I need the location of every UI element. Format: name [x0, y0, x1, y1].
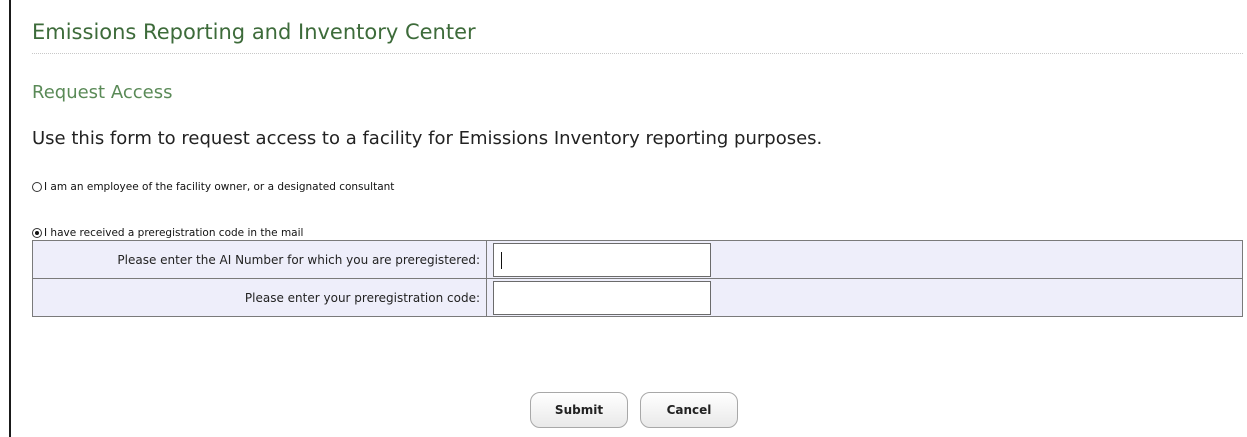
app-title: Emissions Reporting and Inventory Center [32, 20, 476, 44]
option-employee[interactable]: I am an employee of the facility owner, … [32, 181, 394, 193]
ai-number-input[interactable] [493, 242, 711, 277]
employee-radio-label: I am an employee of the facility owner, … [44, 181, 395, 193]
text-caret [501, 251, 502, 269]
intro-text: Use this form to request access to a fac… [32, 128, 823, 149]
prereg-code-cell [486, 278, 1243, 317]
ai-number-cell [486, 240, 1243, 279]
submit-button[interactable]: Submit [530, 392, 628, 428]
prereg-code-row: Please enter your preregistration code: [32, 278, 1243, 317]
preregistration-radio[interactable] [32, 228, 42, 238]
cancel-button[interactable]: Cancel [640, 392, 738, 428]
option-preregistration[interactable]: I have received a preregistration code i… [32, 227, 303, 239]
prereg-code-label: Please enter your preregistration code: [32, 278, 487, 317]
ai-number-row: Please enter the AI Number for which you… [32, 240, 1243, 279]
prereg-code-input[interactable] [493, 280, 711, 315]
title-divider [32, 53, 1243, 54]
preregistration-radio-label: I have received a preregistration code i… [44, 227, 304, 239]
section-title: Request Access [32, 82, 173, 103]
ai-number-label: Please enter the AI Number for which you… [32, 240, 487, 279]
employee-radio[interactable] [32, 182, 42, 192]
form-actions: Submit Cancel [530, 392, 738, 428]
window-left-border [9, 0, 11, 437]
preregistration-form-table: Please enter the AI Number for which you… [32, 240, 1243, 317]
